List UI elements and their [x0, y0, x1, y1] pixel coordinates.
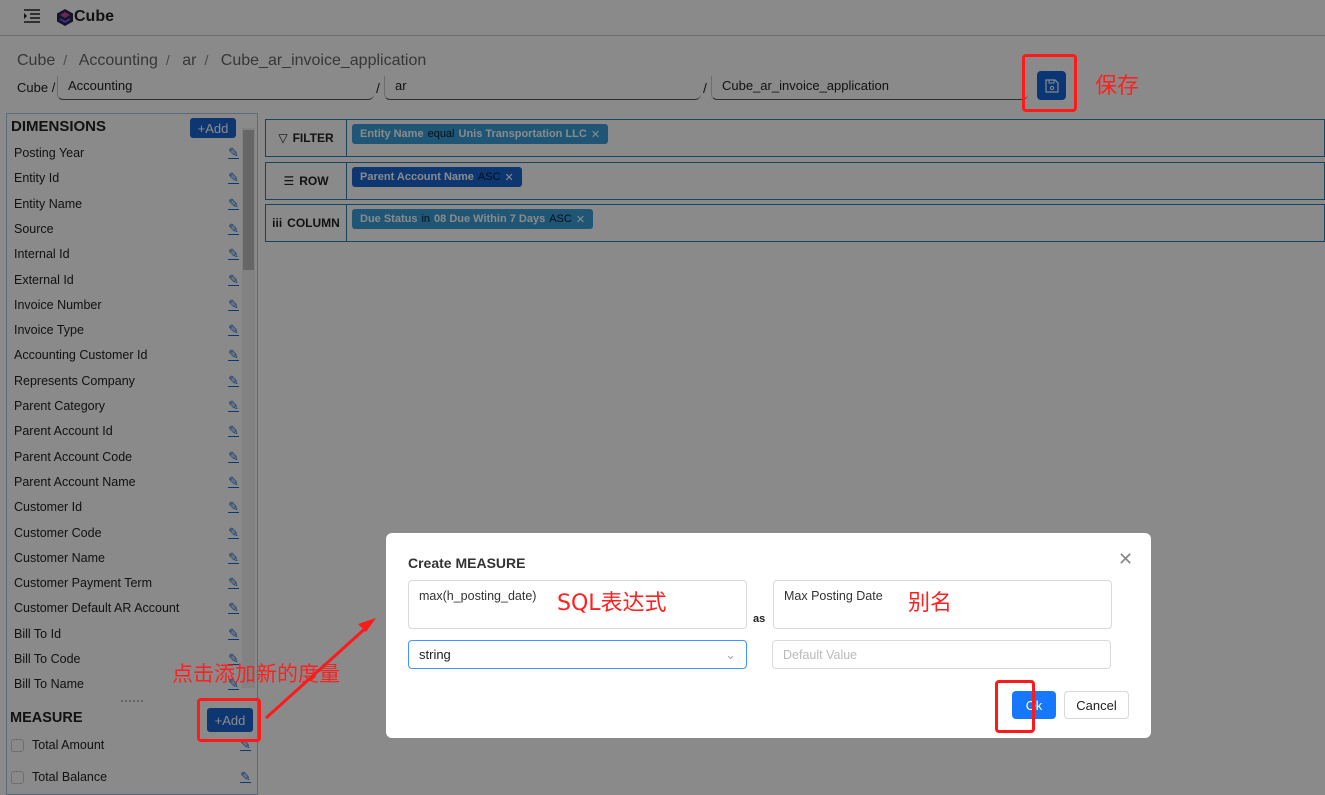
create-measure-dialog: Create MEASURE ✕ max(h_posting_date) as …	[386, 533, 1151, 738]
annotation-save: 保存	[1095, 74, 1140, 99]
cancel-button[interactable]: Cancel	[1064, 691, 1129, 719]
annotation-box-ok	[995, 680, 1035, 733]
default-value-input[interactable]: Default Value	[772, 640, 1111, 669]
annotation-arrow-icon	[264, 618, 376, 720]
type-select[interactable]: string ⌄	[408, 640, 747, 669]
annotation-box-add	[197, 698, 261, 742]
chevron-down-icon: ⌄	[725, 647, 736, 662]
dialog-title: Create MEASURE	[408, 555, 526, 571]
type-value: string	[419, 647, 451, 662]
annotation-alias: 别名	[908, 591, 953, 616]
as-label: as	[753, 613, 766, 625]
annotation-sql: SQL表达式	[557, 591, 667, 616]
annotation-box-save	[1022, 54, 1077, 112]
close-icon[interactable]: ✕	[1118, 549, 1133, 570]
